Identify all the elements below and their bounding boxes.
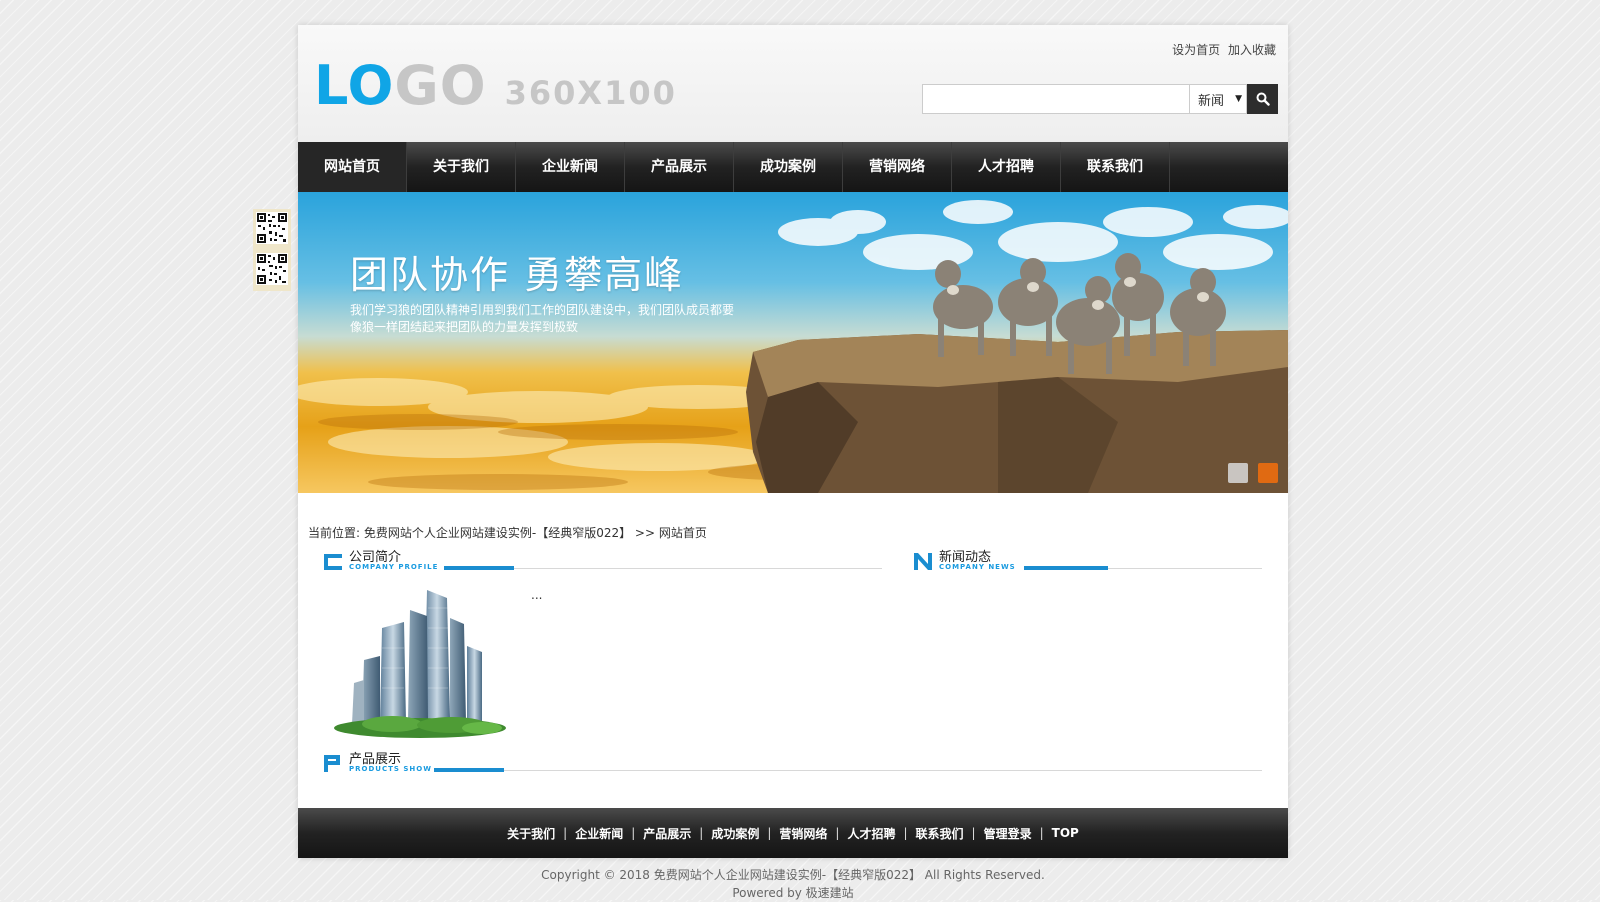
- section-divider: [434, 770, 1262, 771]
- footer-link-products[interactable]: 产品展示: [643, 825, 691, 842]
- company-profile-icon: [324, 554, 342, 570]
- slide-indicators: [1228, 463, 1278, 483]
- banner-title: 团队协作 勇攀高峰: [350, 253, 685, 297]
- footer-separator: |: [767, 826, 772, 840]
- products-subtitle: PRODUCTS SHOW: [349, 765, 432, 773]
- nav-item-cases[interactable]: 成功案例: [734, 142, 843, 192]
- breadcrumb-separator: >>: [631, 526, 659, 540]
- search-button[interactable]: [1247, 84, 1278, 114]
- nav-item-contact[interactable]: 联系我们: [1061, 142, 1170, 192]
- nav-item-news[interactable]: 企业新闻: [516, 142, 625, 192]
- hero-banner[interactable]: 团队协作 勇攀高峰 我们学习狼的团队精神引用到我们工作的团队建设中，我们团队成员…: [298, 192, 1288, 493]
- search-bar: 新闻 ▼: [922, 84, 1278, 114]
- nav-item-home[interactable]: 网站首页: [298, 142, 407, 192]
- products-header: 产品展示 PRODUCTS SHOW: [322, 748, 1262, 776]
- set-homepage-link[interactable]: 设为首页: [1172, 43, 1220, 57]
- banner-desc-line-1: 我们学习狼的团队精神引用到我们工作的团队建设中，我们团队成员都要: [350, 303, 735, 317]
- footer-link-network[interactable]: 营销网络: [779, 825, 827, 842]
- main-content: 当前位置: 免费网站个人企业网站建设实例-【经典窄版022】 >> 网站首页 公…: [298, 493, 1288, 808]
- dropdown-arrow-icon: ▼: [1235, 94, 1242, 104]
- search-category-value: 新闻: [1198, 93, 1225, 109]
- logo-text-blue: LO: [314, 54, 395, 117]
- breadcrumb-current[interactable]: 网站首页: [659, 526, 707, 540]
- search-input[interactable]: [922, 84, 1189, 114]
- footer-separator: |: [835, 826, 840, 840]
- header: LO GO 360X100 设为首页 加入收藏 新闻 ▼: [298, 25, 1288, 142]
- copyright-text: Copyright © 2018 免费网站个人企业网站建设实例-【经典窄版022…: [541, 868, 1045, 882]
- top-links: 设为首页 加入收藏: [1168, 41, 1276, 58]
- company-profile-header: 公司简介 COMPANY PROFILE: [322, 546, 882, 574]
- products-icon: [324, 755, 340, 772]
- footer-link-admin-login[interactable]: 管理登录: [984, 825, 1032, 842]
- nav-item-jobs[interactable]: 人才招聘: [952, 142, 1061, 192]
- news-header: 新闻动态 COMPANY NEWS: [912, 546, 1262, 574]
- powered-by-text: Powered by 极速建站: [732, 886, 854, 900]
- footer-separator: |: [1039, 826, 1044, 840]
- breadcrumb-prefix: 当前位置:: [308, 526, 364, 540]
- slide-dot-2[interactable]: [1258, 463, 1278, 483]
- page-container: LO GO 360X100 设为首页 加入收藏 新闻 ▼ 网站首页 关于我们 企…: [298, 25, 1288, 858]
- nav-item-network[interactable]: 营销网络: [843, 142, 952, 192]
- breadcrumb-site-link[interactable]: 免费网站个人企业网站建设实例-【经典窄版022】: [364, 526, 631, 540]
- banner-description: 我们学习狼的团队精神引用到我们工作的团队建设中，我们团队成员都要 像狼一样团结起…: [350, 302, 740, 336]
- search-icon: [1256, 92, 1270, 106]
- section-accent-bar: [1024, 566, 1108, 570]
- company-building-image: [334, 590, 506, 738]
- footer-link-about[interactable]: 关于我们: [507, 825, 555, 842]
- news-subtitle: COMPANY NEWS: [939, 563, 1016, 571]
- footer-separator: |: [903, 826, 908, 840]
- section-accent-bar: [444, 566, 514, 570]
- banner-desc-line-2: 像狼一样团结起来把团队的力量发挥到极致: [350, 320, 579, 334]
- copyright: Copyright © 2018 免费网站个人企业网站建设实例-【经典窄版022…: [298, 866, 1288, 902]
- footer-link-cases[interactable]: 成功案例: [711, 825, 759, 842]
- breadcrumb: 当前位置: 免费网站个人企业网站建设实例-【经典窄版022】 >> 网站首页: [308, 524, 707, 541]
- site-logo[interactable]: LO GO 360X100: [314, 54, 677, 117]
- footer-nav: 关于我们 | 企业新闻 | 产品展示 | 成功案例 | 营销网络 | 人才招聘 | 联系我们…: [298, 808, 1288, 858]
- qr-code-strip: [253, 209, 291, 291]
- company-profile-subtitle: COMPANY PROFILE: [349, 563, 439, 571]
- footer-link-news[interactable]: 企业新闻: [575, 825, 623, 842]
- footer-separator: |: [563, 826, 568, 840]
- banner-scene-image: [298, 200, 1288, 493]
- footer-separator: |: [699, 826, 704, 840]
- news-icon: [914, 553, 932, 570]
- footer-separator: |: [971, 826, 976, 840]
- footer-separator: |: [631, 826, 636, 840]
- section-accent-bar: [434, 768, 504, 772]
- company-excerpt: ...: [531, 588, 543, 602]
- slide-dot-1[interactable]: [1228, 463, 1248, 483]
- search-category-select[interactable]: 新闻 ▼: [1189, 84, 1247, 114]
- nav-item-products[interactable]: 产品展示: [625, 142, 734, 192]
- main-nav: 网站首页 关于我们 企业新闻 产品展示 成功案例 营销网络 人才招聘 联系我们: [298, 142, 1288, 192]
- add-favorite-link[interactable]: 加入收藏: [1228, 43, 1276, 57]
- logo-size-text: 360X100: [504, 74, 677, 112]
- footer-link-contact[interactable]: 联系我们: [916, 825, 964, 842]
- footer-link-top[interactable]: TOP: [1052, 826, 1079, 840]
- logo-text-gray: GO: [394, 54, 487, 117]
- nav-item-about[interactable]: 关于我们: [407, 142, 516, 192]
- footer-link-jobs[interactable]: 人才招聘: [847, 825, 895, 842]
- qr-code-icon: [256, 212, 288, 285]
